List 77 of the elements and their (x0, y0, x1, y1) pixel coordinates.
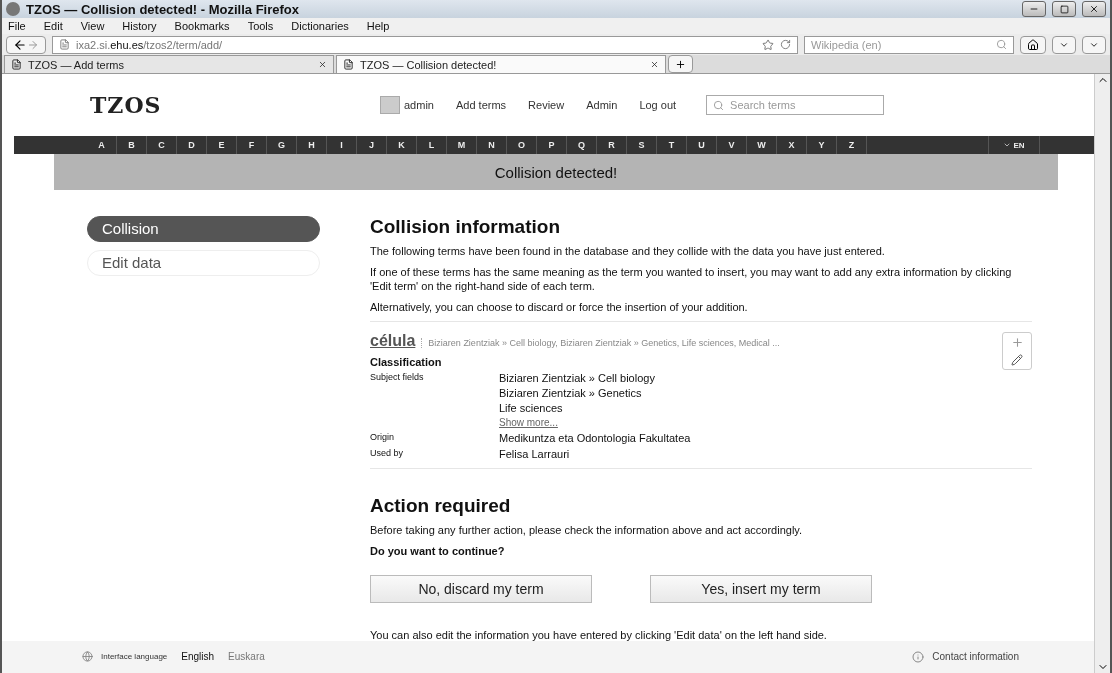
field-value: Medikuntza eta Odontologia Fakultatea (499, 431, 691, 444)
browser-tab[interactable]: TZOS — Collision detected! (336, 55, 666, 73)
minimize-button[interactable] (1022, 1, 1046, 17)
search-icon (713, 99, 725, 111)
action-button[interactable]: Yes, insert my term (650, 574, 872, 603)
page-icon (11, 59, 22, 70)
action-button[interactable]: No, discard my term (370, 574, 592, 603)
add-icon[interactable] (1010, 335, 1024, 349)
section-title: Classification (370, 355, 442, 368)
sidebar-item[interactable]: Collision (87, 215, 320, 242)
maximize-icon (1059, 4, 1069, 14)
note-text: You can also edit the information you have entered by clicking 'Edit data' on the left hand side. (370, 628, 828, 641)
toolbar-button[interactable] (1082, 35, 1106, 54)
menu-item[interactable]: View (80, 20, 105, 32)
star-icon (762, 38, 774, 51)
addon-button[interactable] (1052, 35, 1076, 54)
back-arrow-icon (13, 37, 27, 52)
sidebar-item[interactable]: Edit data (87, 249, 320, 276)
nav-link[interactable]: Log out (639, 99, 677, 112)
show-more-link[interactable]: Show more... (499, 416, 655, 428)
paragraph: The following terms have been found in the database and they collide with the data you have just entered. (370, 243, 886, 258)
globe-icon (82, 651, 93, 663)
home-icon (1027, 38, 1039, 51)
home-button[interactable] (1020, 35, 1046, 54)
edit-icon[interactable] (1011, 354, 1023, 367)
field-label: Used by (370, 447, 405, 460)
paragraph: Before taking any further action, please check the information above and act accordingly. (370, 522, 804, 537)
new-tab-button[interactable] (668, 55, 693, 73)
term-summary: Biziaren Zientziak » Cell biology, Biziaren Zientziak » Genetics, Life sciences, Medical ... (421, 337, 780, 348)
close-icon (1089, 4, 1099, 14)
term-link[interactable]: célula (370, 331, 416, 350)
paragraph: If one of these terms has the same meaning as the term you wanted to insert, you may want to add any extra information by clicking 'Edit term' on the right-hand side of each term. (370, 264, 1013, 293)
menu-item[interactable]: Edit (43, 20, 63, 32)
menu-item[interactable]: Tools (247, 20, 274, 32)
plus-icon (675, 58, 686, 70)
page-icon (343, 59, 354, 70)
nav-link[interactable]: Review (528, 99, 565, 112)
close-button[interactable] (1082, 1, 1106, 17)
field-value: Biziaren Zientziak » Cell biology (499, 371, 655, 384)
info-icon (912, 650, 925, 663)
reload-icon (780, 39, 791, 50)
menu-item[interactable]: File (8, 20, 26, 32)
question-text: Do you want to continue? (370, 543, 506, 558)
status-banner: Collision detected! (54, 154, 1058, 190)
scrollbar[interactable] (1094, 74, 1110, 673)
page-icon (59, 39, 70, 50)
maximize-button[interactable] (1052, 1, 1076, 17)
menu-item[interactable]: Help (366, 20, 390, 32)
nav-link[interactable]: Admin (586, 99, 618, 112)
menu-item[interactable]: Bookmarks (174, 20, 230, 32)
contact-link[interactable]: Contact information (932, 651, 1019, 663)
close-icon (318, 60, 327, 69)
section-heading: Action required (370, 494, 512, 517)
field-value: Life sciences (499, 401, 564, 414)
back-button[interactable] (6, 35, 46, 54)
paragraph: Alternatively, you can choose to discard or force the insertion of your addition. (370, 299, 749, 314)
window-title: TZOS — Collision detected! - Mozilla Firefox (26, 1, 301, 17)
address-field[interactable]: ixa2.si.ehu.es/tzos2/term/add/ (52, 35, 798, 54)
user-link[interactable]: admin (404, 99, 434, 112)
close-icon (650, 60, 659, 69)
language-link[interactable]: English (181, 651, 215, 663)
forward-arrow-icon (27, 38, 39, 51)
language-label: Interface language (101, 652, 168, 662)
field-value: Felisa Larrauri (499, 447, 570, 460)
site-logo: TZOS (90, 92, 163, 119)
browser-tab[interactable]: TZOS — Add terms (4, 55, 334, 73)
menu-item[interactable]: History (122, 20, 157, 32)
language-link[interactable]: Euskara (228, 651, 265, 663)
search-icon (996, 39, 1007, 50)
section-heading: Collision information (370, 215, 561, 238)
menu-item[interactable]: Dictionaries (291, 20, 349, 32)
nav-link[interactable]: Add terms (455, 99, 507, 112)
avatar-icon (380, 96, 400, 115)
field-label: Origin (370, 431, 395, 444)
field-label: Subject fields (370, 371, 425, 384)
browser-logo-icon (6, 2, 20, 16)
field-value: Biziaren Zientziak » Genetics (499, 386, 643, 399)
